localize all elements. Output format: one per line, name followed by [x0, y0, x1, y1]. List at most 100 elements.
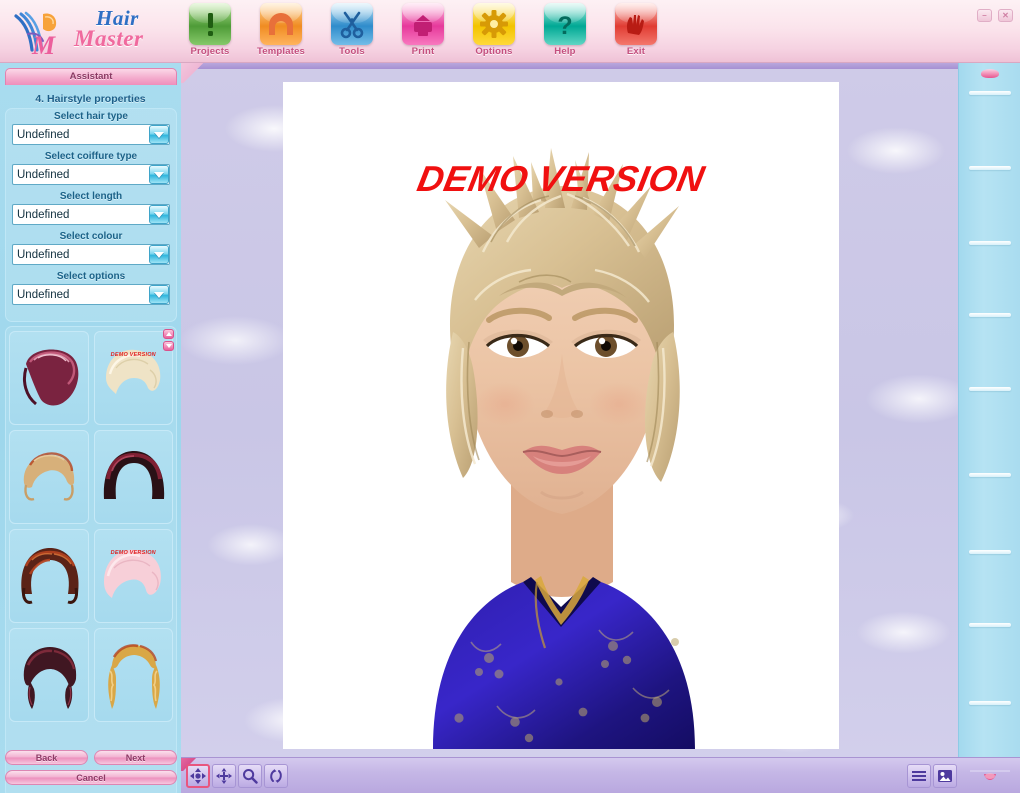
close-glyph: ✕ [1002, 10, 1009, 20]
panel-separator-2 [969, 166, 1011, 170]
combo-length[interactable] [12, 204, 170, 225]
gear-icon [473, 3, 515, 45]
app-logo: M Hair Master [6, 2, 181, 60]
label-select-colour: Select colour [59, 231, 123, 242]
hairstyle-properties-panel: Select hair type Select coiffure type Se… [5, 108, 177, 322]
template-arch-icon [260, 3, 302, 45]
hairstyle-thumb-8[interactable] [93, 628, 173, 722]
brand-master: Master [74, 26, 144, 51]
input-hair-type[interactable] [12, 124, 170, 145]
panel-separator-7 [969, 550, 1011, 554]
printer-icon [402, 3, 444, 45]
toolbar-button-exit[interactable]: Exit [611, 3, 661, 61]
combo-coiffure-type[interactable] [12, 164, 170, 185]
toolbar-label-print: Print [411, 46, 435, 57]
toolbar-label-options: Options [475, 46, 513, 57]
combo-options[interactable] [12, 284, 170, 305]
toolbar-label-exit: Exit [626, 46, 646, 57]
bottom-toolbar [181, 757, 1020, 793]
thumbnail-grid: DEMO VERSION DEMO VERSION [9, 331, 173, 722]
panel-separator-8 [969, 623, 1011, 627]
hairstyle-thumb-7[interactable] [9, 628, 89, 722]
minimize-button[interactable]: – [977, 9, 992, 22]
chevron-down-icon-length[interactable] [149, 205, 169, 224]
hairmaster-logo-mark: M [14, 11, 57, 58]
label-select-hair-type: Select hair type [54, 111, 128, 122]
brand-wordmark: Hair Master [72, 4, 182, 59]
exit-hand-icon [615, 3, 657, 45]
toolbar-button-options[interactable]: Options [469, 3, 519, 61]
magnifier-icon [243, 769, 258, 784]
hairstyle-thumb-5[interactable] [9, 529, 89, 623]
workspace-corner-decor [181, 63, 207, 83]
svg-text:?: ? [557, 12, 572, 40]
panel-separator-9 [969, 701, 1011, 705]
scroll-down-arrow-icon[interactable] [163, 341, 174, 351]
toolbar-button-help[interactable]: ? Help [540, 3, 590, 61]
label-select-options: Select options [56, 271, 126, 282]
scroll-handle-top[interactable] [980, 69, 999, 78]
list-view-button[interactable] [907, 764, 931, 788]
app-header: M Hair Master Projects Templates Tools P… [0, 0, 1020, 63]
minimize-glyph: – [982, 10, 987, 20]
toolbar-button-print[interactable]: Print [398, 3, 448, 61]
toolbar-button-projects[interactable]: Projects [185, 3, 235, 61]
photo-image-icon [938, 770, 952, 782]
demo-watermark: DEMO VERSION [414, 158, 709, 199]
photo-view-button[interactable] [933, 764, 957, 788]
pan-tool[interactable] [186, 764, 210, 788]
thumbnail-scrollbar[interactable] [163, 329, 175, 353]
bottombar-right-decor [970, 770, 1010, 780]
hairstyle-thumb-6[interactable]: DEMO VERSION [93, 529, 173, 623]
hairstyle-thumb-3[interactable] [9, 430, 89, 524]
toolbar-label-tools: Tools [339, 46, 365, 57]
chevron-down-icon-coiffure-type[interactable] [149, 165, 169, 184]
assistant-sidebar: Assistant 4. Hairstyle properties Select… [0, 63, 181, 793]
input-options[interactable] [12, 284, 170, 305]
right-tool-panel [958, 63, 1020, 793]
hairstyle-thumbnail-panel: DEMO VERSION DEMO VERSION [5, 326, 177, 793]
input-colour[interactable] [12, 244, 170, 265]
panel-separator-3 [969, 241, 1011, 245]
thumb-demo-tag-6: DEMO VERSION [110, 550, 156, 556]
label-select-coiffure-type: Select coiffure type [44, 151, 138, 162]
toolbar-button-templates[interactable]: Templates [256, 3, 306, 61]
toolbar-button-tools[interactable]: Tools [327, 3, 377, 61]
panel-separator-1 [969, 91, 1011, 95]
thumb-demo-tag-2: DEMO VERSION [110, 352, 156, 358]
toolbar-label-help: Help [554, 46, 576, 57]
scissors-icon [331, 3, 373, 45]
chevron-down-icon-colour[interactable] [149, 245, 169, 264]
hairstyle-thumb-2[interactable]: DEMO VERSION [93, 331, 173, 425]
photo-canvas[interactable]: DEMO VERSION [283, 82, 839, 749]
toolbar-label-templates: Templates [256, 46, 306, 57]
back-button[interactable]: Back [5, 750, 88, 765]
panel-separator-6 [969, 473, 1011, 477]
zoom-tool[interactable] [238, 764, 262, 788]
combo-colour[interactable] [12, 244, 170, 265]
input-coiffure-type[interactable] [12, 164, 170, 185]
canvas-tools [186, 764, 288, 788]
move-tool[interactable] [212, 764, 236, 788]
close-button[interactable]: ✕ [998, 9, 1013, 22]
main-toolbar: Projects Templates Tools Print Options ?… [185, 3, 661, 61]
next-button[interactable]: Next [94, 750, 177, 765]
move-cross-icon [216, 768, 232, 784]
input-length[interactable] [12, 204, 170, 225]
rotate-tool[interactable] [264, 764, 288, 788]
hairstyle-thumb-4[interactable] [93, 430, 173, 524]
combo-hair-type[interactable] [12, 124, 170, 145]
application-window: { "app": { "brand_line1": "Hair", "brand… [0, 0, 1020, 793]
assistant-tab[interactable]: Assistant [5, 68, 177, 85]
view-mode-buttons [907, 764, 957, 788]
hairstyle-thumb-1[interactable] [9, 331, 89, 425]
panel-separator-5 [969, 387, 1011, 391]
question-mark-icon: ? [544, 3, 586, 45]
chevron-down-icon-hair-type[interactable] [149, 125, 169, 144]
rotate-arrows-icon [270, 769, 282, 783]
svg-text:M: M [31, 31, 56, 58]
cancel-button[interactable]: Cancel [5, 770, 177, 785]
chevron-down-icon-options[interactable] [149, 285, 169, 304]
photo-workspace[interactable]: DEMO VERSION [181, 63, 958, 793]
scroll-up-arrow-icon[interactable] [163, 329, 174, 339]
